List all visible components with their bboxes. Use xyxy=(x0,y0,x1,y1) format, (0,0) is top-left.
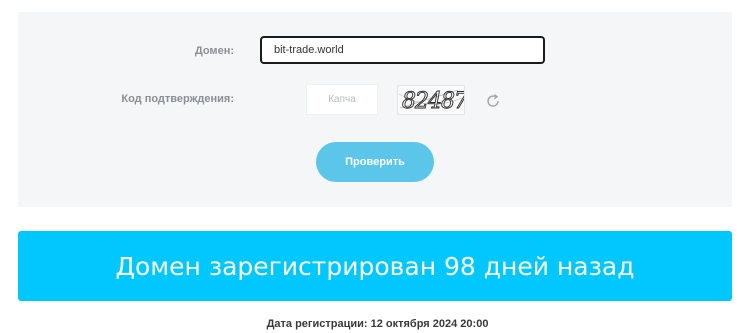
check-button[interactable]: Проверить xyxy=(316,142,434,182)
confirmation-code-label: Код подтверждения: xyxy=(121,93,234,105)
svg-text:82487: 82487 xyxy=(402,89,464,114)
result-banner: Домен зарегистрирован 98 дней назад xyxy=(18,231,732,301)
domain-input[interactable] xyxy=(260,36,545,64)
registration-date: Дата регистрации: 12 октября 2024 20:00 xyxy=(266,318,489,330)
captcha-image: 82487 xyxy=(397,85,465,115)
domain-check-form: Домен: Код подтверждения: 82487 Проверит… xyxy=(18,12,732,207)
refresh-icon[interactable] xyxy=(484,92,502,110)
domain-age-text: Домен зарегистрирован 98 дней назад xyxy=(115,251,635,281)
captcha-glyphs: 82487 xyxy=(398,89,464,114)
domain-label: Домен: xyxy=(194,45,234,57)
captcha-input[interactable] xyxy=(306,84,378,115)
